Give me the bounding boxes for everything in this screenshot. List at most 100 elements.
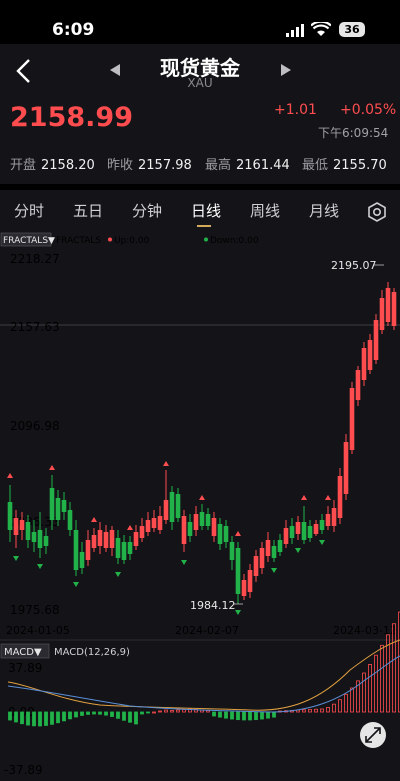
macd-bar (116, 711, 120, 719)
stat-label: 最低 (302, 158, 329, 173)
candle-body (49, 488, 55, 520)
macd-bar (170, 710, 174, 713)
indicator-name: FRACTALS (56, 236, 101, 246)
candle-body (67, 510, 73, 530)
back-icon[interactable] (14, 58, 32, 84)
macd-bar (368, 664, 372, 713)
candle-body (289, 526, 295, 538)
macd-bar (26, 711, 30, 726)
tab-weekly[interactable]: 周线 (250, 200, 280, 221)
stat-value: 2158.20 (41, 158, 95, 173)
candle-body (151, 518, 157, 528)
fractal-down-label: Down:0.00 (210, 236, 259, 246)
candle-body (61, 500, 67, 512)
macd-bar (86, 711, 90, 715)
candle-body (247, 570, 253, 592)
macd-bar (146, 711, 150, 714)
next-instrument-icon[interactable] (281, 64, 291, 76)
price-change-pct: +0.05% (340, 102, 397, 118)
wifi-icon (311, 22, 331, 36)
tab-monthly[interactable]: 月线 (309, 200, 339, 221)
candle-body (13, 518, 19, 535)
candle-body (169, 492, 175, 522)
fractal-down-marker (181, 560, 187, 565)
candle-body (145, 520, 151, 532)
y-axis-label: 1975.68 (10, 603, 60, 617)
candle-body (265, 540, 271, 556)
macd-bar (38, 711, 42, 727)
candle-body (235, 548, 241, 594)
candle-body (91, 535, 97, 548)
clock: 6:09 (52, 20, 95, 40)
macd-select-label: MACD▼ (4, 647, 42, 658)
kline-chart[interactable]: FRACTALS▼ FRACTALS Up:0.00 Down:0.00 221… (0, 230, 400, 781)
macd-bar (158, 710, 162, 713)
up-dot-icon (108, 237, 112, 242)
candle-body (127, 542, 133, 554)
candle-body (19, 520, 25, 530)
indicator-select-label: FRACTALS▼ (3, 236, 55, 246)
macd-bar (224, 711, 228, 719)
macd-bar (56, 711, 60, 724)
macd-bar (266, 711, 270, 719)
candle-body (391, 292, 397, 326)
tab-minute[interactable]: 分钟 (132, 200, 162, 221)
stat-label: 最高 (205, 158, 232, 173)
stat-label: 昨收 (107, 158, 134, 173)
fractal-down-marker (37, 564, 43, 569)
candle-body (31, 532, 37, 542)
candle-body (241, 580, 247, 596)
prev-instrument-icon[interactable] (110, 64, 120, 76)
tab-five-day[interactable]: 五日 (73, 200, 103, 221)
macd-bar (272, 711, 276, 718)
candle-body (133, 532, 139, 546)
tab-intraday[interactable]: 分时 (14, 200, 44, 221)
settings-icon[interactable] (367, 202, 387, 222)
macd-level-label: 37.89 (8, 661, 42, 675)
candle-body (319, 520, 325, 530)
macd-bar (44, 711, 48, 726)
macd-bar (254, 711, 258, 721)
fractal-up-marker (325, 495, 331, 500)
instrument-symbol: XAU (187, 76, 213, 90)
macd-bar (380, 644, 384, 713)
candle-body (229, 542, 235, 560)
tab-daily[interactable]: 日线 (191, 200, 221, 221)
fractal-up-marker (163, 461, 169, 466)
candle-body (205, 514, 211, 526)
stat-value: 2161.44 (236, 158, 290, 173)
high-marker-label: 2195.07 (331, 259, 377, 272)
price-change: +1.01 (274, 102, 317, 118)
fractal-up-label: Up:0.00 (114, 236, 150, 246)
macd-bar (242, 711, 246, 721)
candle-body (43, 536, 49, 546)
macd-bar (122, 711, 126, 721)
candle-body (193, 514, 199, 530)
macd-bar (104, 711, 108, 716)
candle-body (259, 548, 265, 568)
fractal-up-marker (7, 473, 13, 478)
macd-bar (20, 711, 24, 725)
candle-body (37, 530, 43, 548)
fractal-down-marker (319, 540, 325, 545)
chart-canvas[interactable]: FRACTALS▼ FRACTALS Up:0.00 Down:0.00 221… (0, 230, 400, 781)
macd-bar (206, 710, 210, 713)
stat-open: 开盘 2158.20 (10, 154, 95, 173)
candle-body (211, 518, 217, 536)
candle-body (223, 526, 229, 542)
macd-bar (326, 706, 330, 713)
macd-bar (98, 711, 102, 715)
y-axis-label: 2218.27 (10, 252, 60, 266)
macd-bar (308, 709, 312, 713)
candle-body (181, 516, 187, 544)
candle-body (325, 514, 331, 526)
candle-body (307, 526, 313, 538)
macd-bar (134, 711, 138, 725)
candle-body (295, 522, 301, 534)
macd-bar (230, 711, 234, 720)
candle-body (271, 546, 277, 558)
candle-body (301, 522, 307, 540)
macd-bar (212, 711, 216, 717)
macd-bar (164, 709, 168, 713)
stat-high: 最高 2161.44 (205, 154, 290, 173)
